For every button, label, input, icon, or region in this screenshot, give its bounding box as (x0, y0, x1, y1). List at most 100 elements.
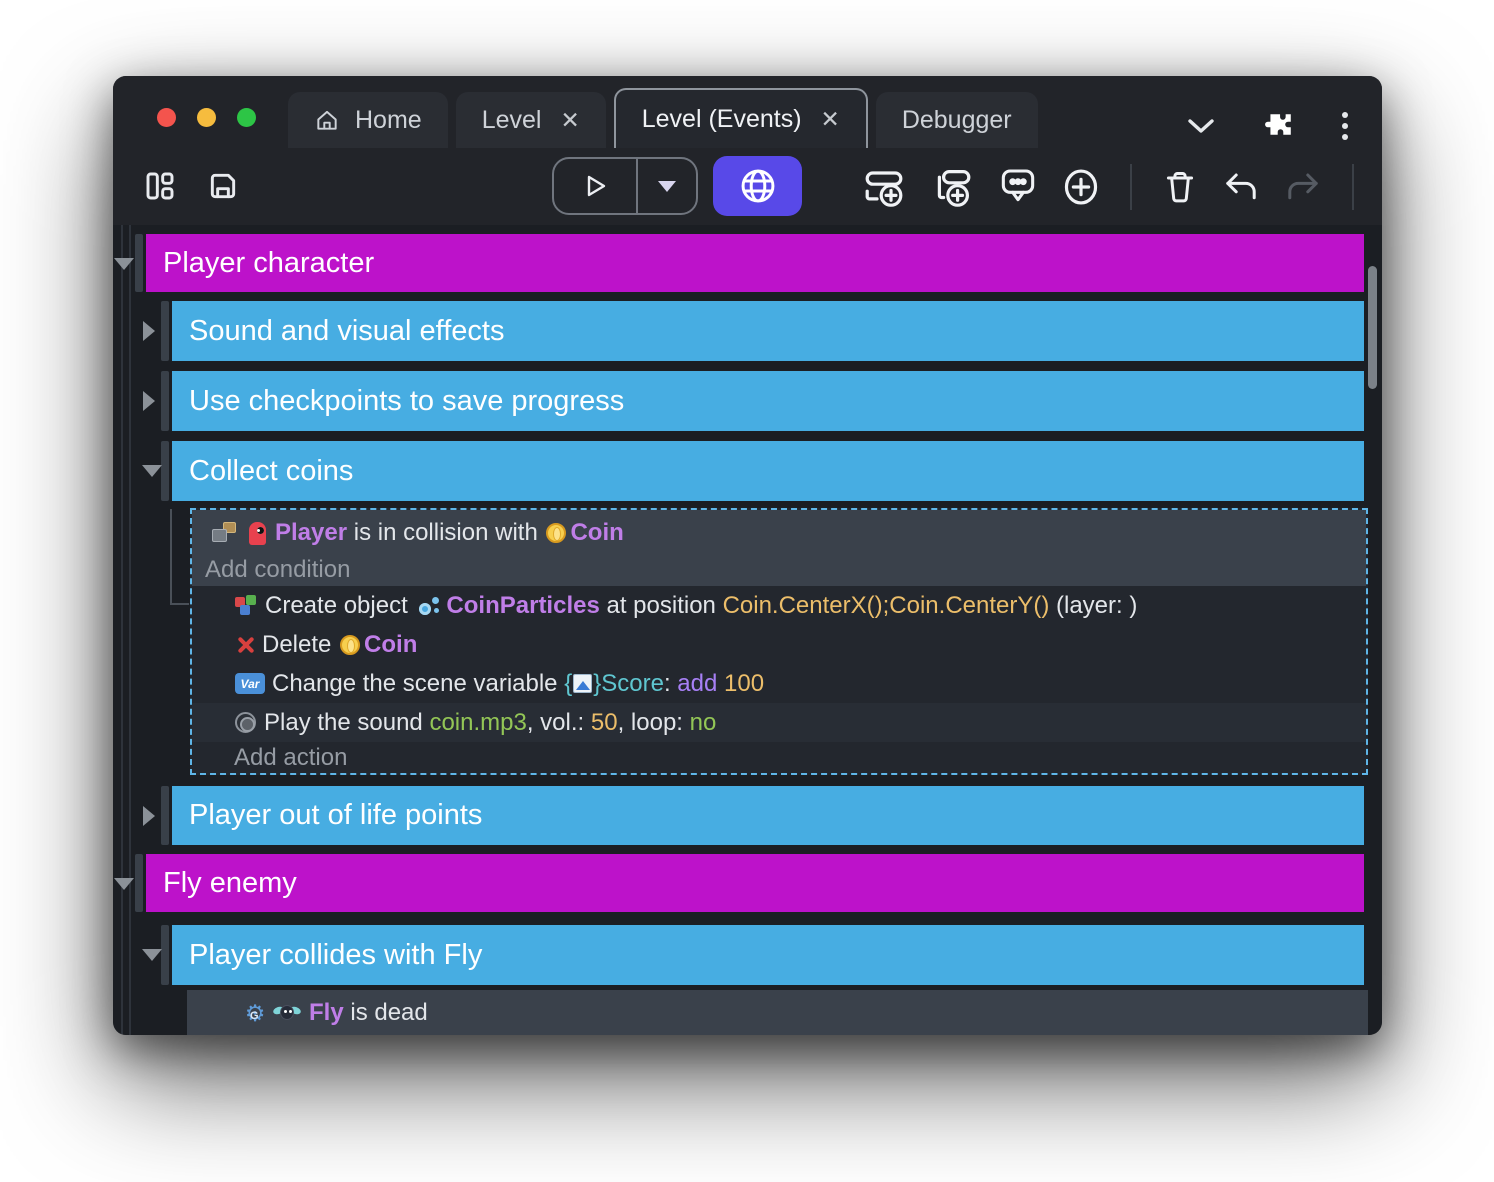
caret-down-icon (658, 181, 676, 192)
more-options-kebab-icon[interactable] (1342, 112, 1348, 140)
group-out-of-life[interactable]: Player out of life points (172, 786, 1364, 845)
tab-home[interactable]: Home (288, 92, 448, 148)
action-change-variable[interactable]: Var Change the scene variable { } Score … (192, 664, 1366, 703)
tab-home-label: Home (355, 106, 422, 135)
group-label: Use checkpoints to save progress (189, 385, 624, 418)
tab-level-events-close-icon[interactable]: ✕ (821, 106, 840, 133)
condition-fly-dead[interactable]: ⚙G Fly is dead (187, 990, 1368, 1035)
save-button[interactable] (207, 170, 239, 202)
group-label: Player character (163, 247, 374, 280)
action-text: Delete (262, 631, 338, 659)
expand-arrow-icon[interactable] (143, 391, 155, 411)
home-icon (314, 107, 340, 133)
vertical-scrollbar[interactable] (1368, 266, 1377, 389)
object-name: Player (275, 519, 347, 547)
group-label: Player out of life points (189, 799, 482, 832)
action-text: : (664, 670, 677, 698)
tab-level-label: Level (482, 106, 542, 135)
group-spine (161, 786, 169, 845)
traffic-lights (157, 108, 256, 127)
action-text: Change the scene variable (272, 670, 564, 698)
toolbar (113, 148, 1382, 225)
group-spine (135, 854, 143, 912)
object-name: Fly (309, 999, 344, 1027)
action-delete[interactable]: Delete Coin (192, 625, 1366, 664)
group-spine (161, 371, 169, 431)
operator-text: add (677, 670, 717, 698)
tab-level-close-icon[interactable]: ✕ (560, 107, 579, 134)
condition-text: is dead (344, 999, 428, 1027)
app-window: Home Level ✕ Level (Events) ✕ Debugger (113, 76, 1382, 1035)
tab-debugger[interactable]: Debugger (876, 92, 1038, 148)
group-spine (161, 441, 169, 501)
variable-name: Score (601, 670, 664, 698)
expand-arrow-icon[interactable] (143, 806, 155, 826)
group-label: Collect coins (189, 455, 353, 488)
add-event-button[interactable] (863, 166, 905, 208)
indent-guide (121, 225, 123, 1035)
event-block-selected[interactable]: Player is in collision with Coin Add con… (190, 508, 1368, 775)
state-change-icon (213, 1001, 237, 1025)
action-text: Create object (265, 592, 414, 620)
titlebar-controls (1186, 112, 1348, 140)
group-label: Player collides with Fly (189, 939, 482, 972)
delete-button[interactable] (1163, 169, 1197, 205)
action-text: Play the sound (264, 709, 429, 737)
particles-object-icon (418, 595, 442, 617)
delete-x-icon (235, 635, 255, 655)
preview-button-group (552, 157, 698, 215)
add-condition-button[interactable]: Add condition (192, 553, 1366, 586)
behavior-gear-icon: ⚙G (243, 1001, 267, 1025)
collapse-arrow-icon[interactable] (114, 878, 134, 890)
add-subevent-button[interactable] (931, 166, 973, 208)
player-object-icon (249, 522, 266, 545)
action-text: , vol.: (527, 709, 591, 737)
object-name: Coin (570, 519, 623, 547)
minimize-window-button[interactable] (197, 108, 216, 127)
group-sound-effects[interactable]: Sound and visual effects (172, 301, 1364, 361)
tab-level-events[interactable]: Level (Events) ✕ (614, 88, 868, 148)
preview-options-button[interactable] (638, 159, 696, 213)
value-text: 100 (717, 670, 764, 698)
action-text: (layer: ) (1049, 592, 1137, 620)
extensions-puzzle-icon[interactable] (1264, 112, 1294, 140)
events-sheet: Player character Sound and visual effect… (113, 225, 1382, 1035)
fly-object-icon (273, 1003, 301, 1023)
action-create-object[interactable]: Create object CoinParticles at position … (192, 586, 1366, 625)
coin-object-icon (546, 523, 566, 543)
group-player-character[interactable]: Player character (146, 234, 1364, 292)
coin-object-icon (340, 635, 360, 655)
undo-button[interactable] (1223, 170, 1259, 204)
add-more-button[interactable] (1063, 167, 1099, 207)
group-fly-enemy[interactable]: Fly enemy (146, 854, 1364, 912)
collapse-arrow-icon[interactable] (142, 949, 162, 961)
chevron-down-icon[interactable] (1186, 117, 1216, 135)
network-preview-button[interactable] (713, 156, 802, 216)
condition-text: is in collision with (347, 519, 544, 547)
sound-icon (235, 712, 256, 733)
collapse-arrow-icon[interactable] (114, 258, 134, 270)
condition-line[interactable]: Player is in collision with Coin (192, 513, 1366, 553)
project-manager-button[interactable] (144, 170, 176, 202)
group-checkpoints[interactable]: Use checkpoints to save progress (172, 371, 1364, 431)
expression-value: Coin.CenterX();Coin.CenterY() (723, 592, 1050, 620)
group-player-collides-fly[interactable]: Player collides with Fly (172, 925, 1364, 985)
action-text: at position (600, 592, 723, 620)
collapse-arrow-icon[interactable] (142, 465, 162, 477)
create-object-icon (235, 595, 259, 617)
maximize-window-button[interactable] (237, 108, 256, 127)
add-comment-button[interactable] (999, 167, 1037, 207)
play-icon (581, 172, 609, 200)
play-preview-button[interactable] (554, 159, 638, 213)
object-name: Coin (364, 631, 417, 659)
toolbar-divider (1352, 164, 1354, 210)
group-collect-coins[interactable]: Collect coins (172, 441, 1364, 501)
add-action-button[interactable]: Add action (192, 742, 1366, 773)
toolbar-divider (1130, 164, 1132, 210)
expand-arrow-icon[interactable] (143, 321, 155, 341)
action-play-sound[interactable]: Play the sound coin.mp3 , vol.: 50 , loo… (192, 703, 1366, 742)
redo-button[interactable] (1285, 170, 1321, 204)
close-window-button[interactable] (157, 108, 176, 127)
tab-level[interactable]: Level ✕ (456, 92, 606, 148)
tab-level-events-label: Level (Events) (642, 105, 802, 134)
